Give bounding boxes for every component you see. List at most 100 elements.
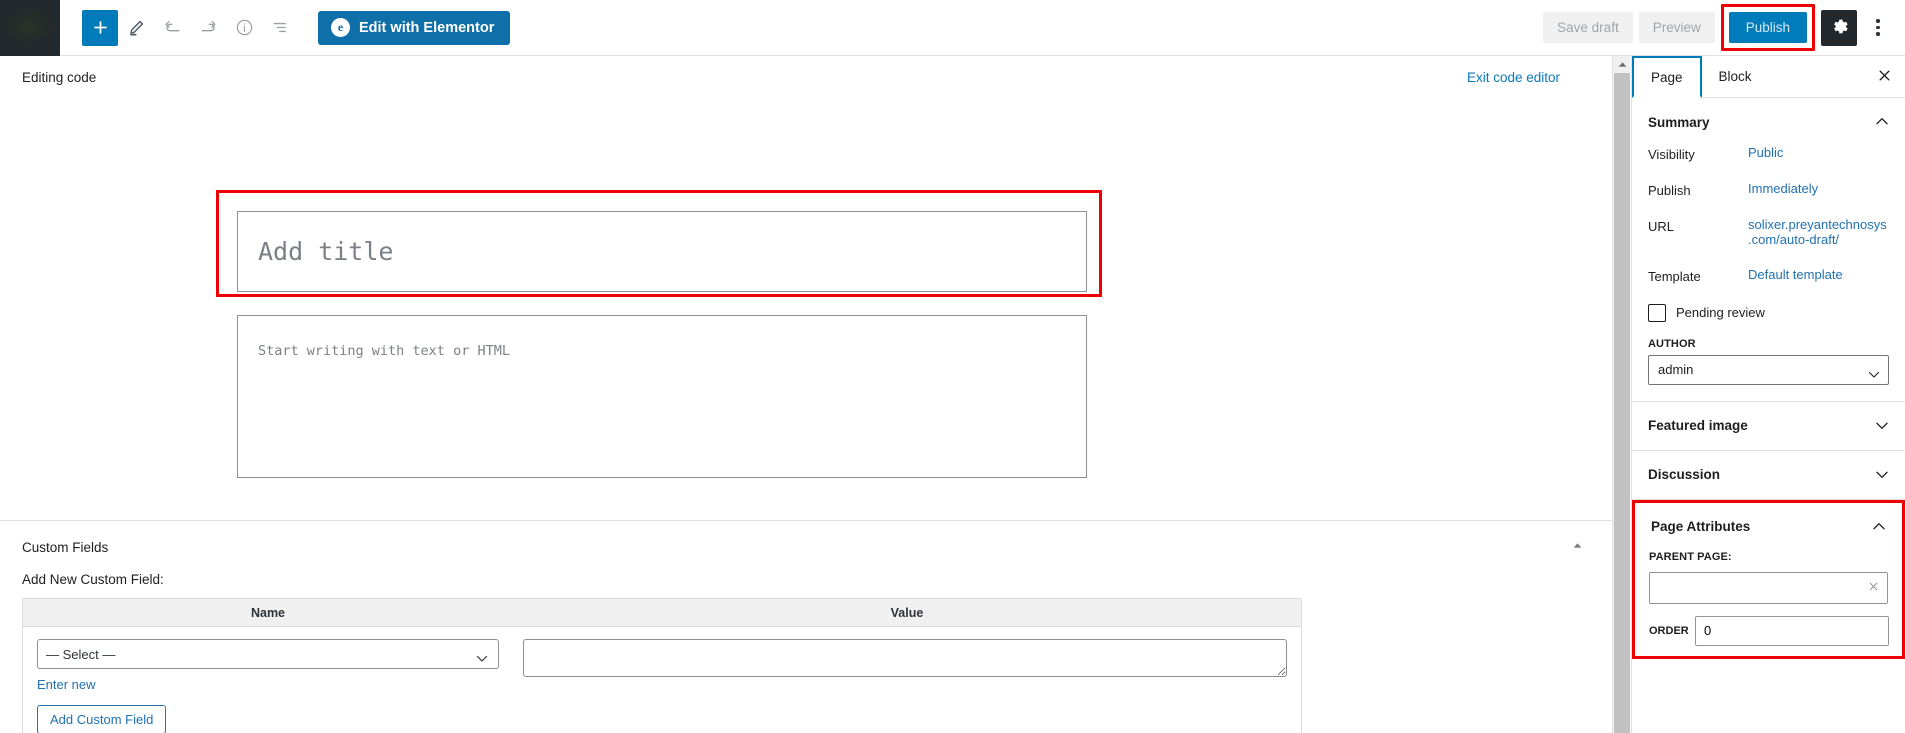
parent-page-input[interactable] bbox=[1649, 571, 1888, 604]
tab-page[interactable]: Page bbox=[1632, 56, 1702, 98]
clear-parent-page-button[interactable] bbox=[1867, 580, 1880, 595]
close-sidebar-button[interactable] bbox=[1863, 56, 1905, 97]
custom-fields-header: Custom Fields bbox=[0, 521, 1612, 555]
code-editor-header: Editing code Exit code editor bbox=[0, 56, 1612, 91]
preview-button[interactable]: Preview bbox=[1638, 12, 1715, 43]
custom-fields-table-header: Name Value bbox=[23, 599, 1301, 627]
editing-code-label: Editing code bbox=[22, 70, 97, 85]
featured-image-panel-header[interactable]: Featured image bbox=[1632, 402, 1905, 450]
code-editor-area: Add title Start writing with text or HTM… bbox=[0, 91, 1612, 478]
parent-page-field bbox=[1635, 571, 1902, 604]
close-icon bbox=[1877, 68, 1892, 86]
post-title-input[interactable]: Add title bbox=[237, 211, 1087, 292]
publish-label: Publish bbox=[1648, 183, 1691, 198]
undo-button[interactable] bbox=[154, 10, 190, 46]
url-value[interactable]: solixer.preyantechnosys.com/auto-draft/ bbox=[1748, 217, 1889, 248]
custom-fields-title: Custom Fields bbox=[22, 539, 109, 555]
page-attributes-panel: Page Attributes PARENT PAGE: ORDER bbox=[1632, 499, 1905, 659]
url-label: URL bbox=[1648, 219, 1675, 234]
chevron-down-icon bbox=[1875, 466, 1889, 484]
gear-icon bbox=[1830, 17, 1849, 39]
parent-page-label-wrap: PARENT PAGE: bbox=[1635, 551, 1902, 572]
editor-main-column: Editing code Exit code editor Add title … bbox=[0, 56, 1612, 733]
custom-field-value-textarea[interactable] bbox=[523, 639, 1287, 677]
close-x-icon bbox=[1867, 581, 1880, 596]
custom-fields-table-body: — Select — Enter new Add Custom Field bbox=[23, 627, 1301, 733]
pending-review-label: Pending review bbox=[1676, 305, 1765, 321]
elementor-logo-icon: e bbox=[331, 18, 350, 37]
editor-scrollbar[interactable] bbox=[1612, 56, 1630, 733]
scroll-up-arrow-icon[interactable] bbox=[1613, 56, 1631, 73]
scrollbar-thumb[interactable] bbox=[1614, 73, 1630, 733]
more-options-button[interactable] bbox=[1861, 10, 1895, 46]
column-header-name: Name bbox=[250, 605, 286, 620]
parent-page-label: PARENT PAGE: bbox=[1649, 550, 1732, 563]
kebab-dot bbox=[1876, 19, 1880, 23]
summary-row-url: URL solixer.preyantechnosys.com/auto-dra… bbox=[1632, 217, 1905, 268]
publish-value[interactable]: Immediately bbox=[1748, 181, 1889, 197]
edit-with-elementor-button[interactable]: e Edit with Elementor bbox=[318, 10, 511, 45]
discussion-panel: Discussion bbox=[1632, 451, 1905, 500]
author-select[interactable]: admin bbox=[1648, 354, 1889, 385]
logo-glyph bbox=[8, 7, 52, 48]
settings-sidebar: Page Block Summary Visibility Public Pub… bbox=[1631, 56, 1905, 733]
author-label: AUTHOR bbox=[1648, 337, 1696, 350]
tab-block[interactable]: Block bbox=[1702, 56, 1769, 97]
page-attributes-panel-header[interactable]: Page Attributes bbox=[1635, 503, 1902, 551]
save-draft-button[interactable]: Save draft bbox=[1543, 12, 1633, 43]
exit-code-editor-link[interactable]: Exit code editor bbox=[1467, 70, 1586, 85]
custom-fields-panel: Custom Fields Add New Custom Field: Name… bbox=[0, 520, 1612, 733]
author-field: AUTHOR admin bbox=[1632, 338, 1905, 401]
info-circle-icon[interactable] bbox=[226, 10, 262, 46]
chevron-up-icon bbox=[1571, 540, 1584, 555]
discussion-title: Discussion bbox=[1648, 467, 1721, 483]
summary-row-visibility: Visibility Public bbox=[1632, 145, 1905, 182]
custom-field-value-cell bbox=[513, 639, 1301, 733]
redo-button[interactable] bbox=[190, 10, 226, 46]
summary-panel-header[interactable]: Summary bbox=[1632, 98, 1905, 146]
discussion-panel-header[interactable]: Discussion bbox=[1632, 451, 1905, 499]
column-header-value: Value bbox=[890, 605, 924, 620]
custom-fields-table: Name Value — Select — Enter new Add Cust… bbox=[22, 598, 1302, 733]
template-value[interactable]: Default template bbox=[1748, 267, 1889, 283]
summary-row-publish: Publish Immediately bbox=[1632, 181, 1905, 218]
add-block-button[interactable] bbox=[82, 9, 118, 46]
featured-image-panel: Featured image bbox=[1632, 402, 1905, 451]
custom-fields-collapse-button[interactable] bbox=[1571, 539, 1590, 555]
add-custom-field-button[interactable]: Add Custom Field bbox=[37, 705, 167, 733]
order-label: ORDER bbox=[1649, 624, 1689, 637]
top-toolbar: e Edit with Elementor Save draft Preview… bbox=[0, 0, 1905, 56]
post-content-placeholder: Start writing with text or HTML bbox=[258, 343, 510, 359]
template-label: Template bbox=[1648, 268, 1701, 284]
page-attributes-title: Page Attributes bbox=[1651, 519, 1751, 535]
summary-row-template: Template Default template bbox=[1632, 267, 1905, 304]
order-input[interactable] bbox=[1695, 615, 1889, 646]
custom-field-name-select-wrap: — Select — bbox=[37, 639, 499, 669]
visibility-label: Visibility bbox=[1648, 147, 1695, 162]
custom-field-name-cell: — Select — Enter new Add Custom Field bbox=[23, 639, 513, 733]
featured-image-title: Featured image bbox=[1648, 418, 1748, 434]
post-title-placeholder: Add title bbox=[258, 237, 394, 266]
wordpress-logo-icon[interactable] bbox=[0, 0, 60, 56]
chevron-up-icon bbox=[1875, 113, 1889, 131]
enter-new-link[interactable]: Enter new bbox=[37, 677, 96, 692]
pending-review-checkbox[interactable] bbox=[1648, 303, 1666, 322]
custom-field-name-select[interactable]: — Select — bbox=[37, 639, 499, 669]
publish-button[interactable]: Publish bbox=[1728, 12, 1807, 43]
order-field: ORDER bbox=[1635, 604, 1902, 656]
kebab-dot bbox=[1876, 25, 1880, 30]
chevron-up-icon bbox=[1872, 518, 1886, 536]
publish-highlight: Publish bbox=[1720, 4, 1815, 51]
author-select-wrap: admin bbox=[1648, 354, 1889, 385]
edit-tool-button[interactable] bbox=[118, 10, 154, 46]
post-content-input[interactable]: Start writing with text or HTML bbox=[237, 315, 1087, 478]
visibility-value[interactable]: Public bbox=[1748, 145, 1889, 161]
summary-panel-title: Summary bbox=[1648, 114, 1710, 130]
sidebar-tabs: Page Block bbox=[1632, 56, 1905, 98]
toolbar-left-group: e Edit with Elementor bbox=[60, 9, 511, 46]
add-new-custom-field-label: Add New Custom Field: bbox=[22, 572, 164, 587]
toolbar-right-group: Save draft Preview Publish bbox=[1543, 0, 1905, 56]
settings-button[interactable] bbox=[1821, 9, 1857, 46]
kebab-dot bbox=[1876, 32, 1880, 36]
list-view-button[interactable] bbox=[262, 10, 298, 46]
